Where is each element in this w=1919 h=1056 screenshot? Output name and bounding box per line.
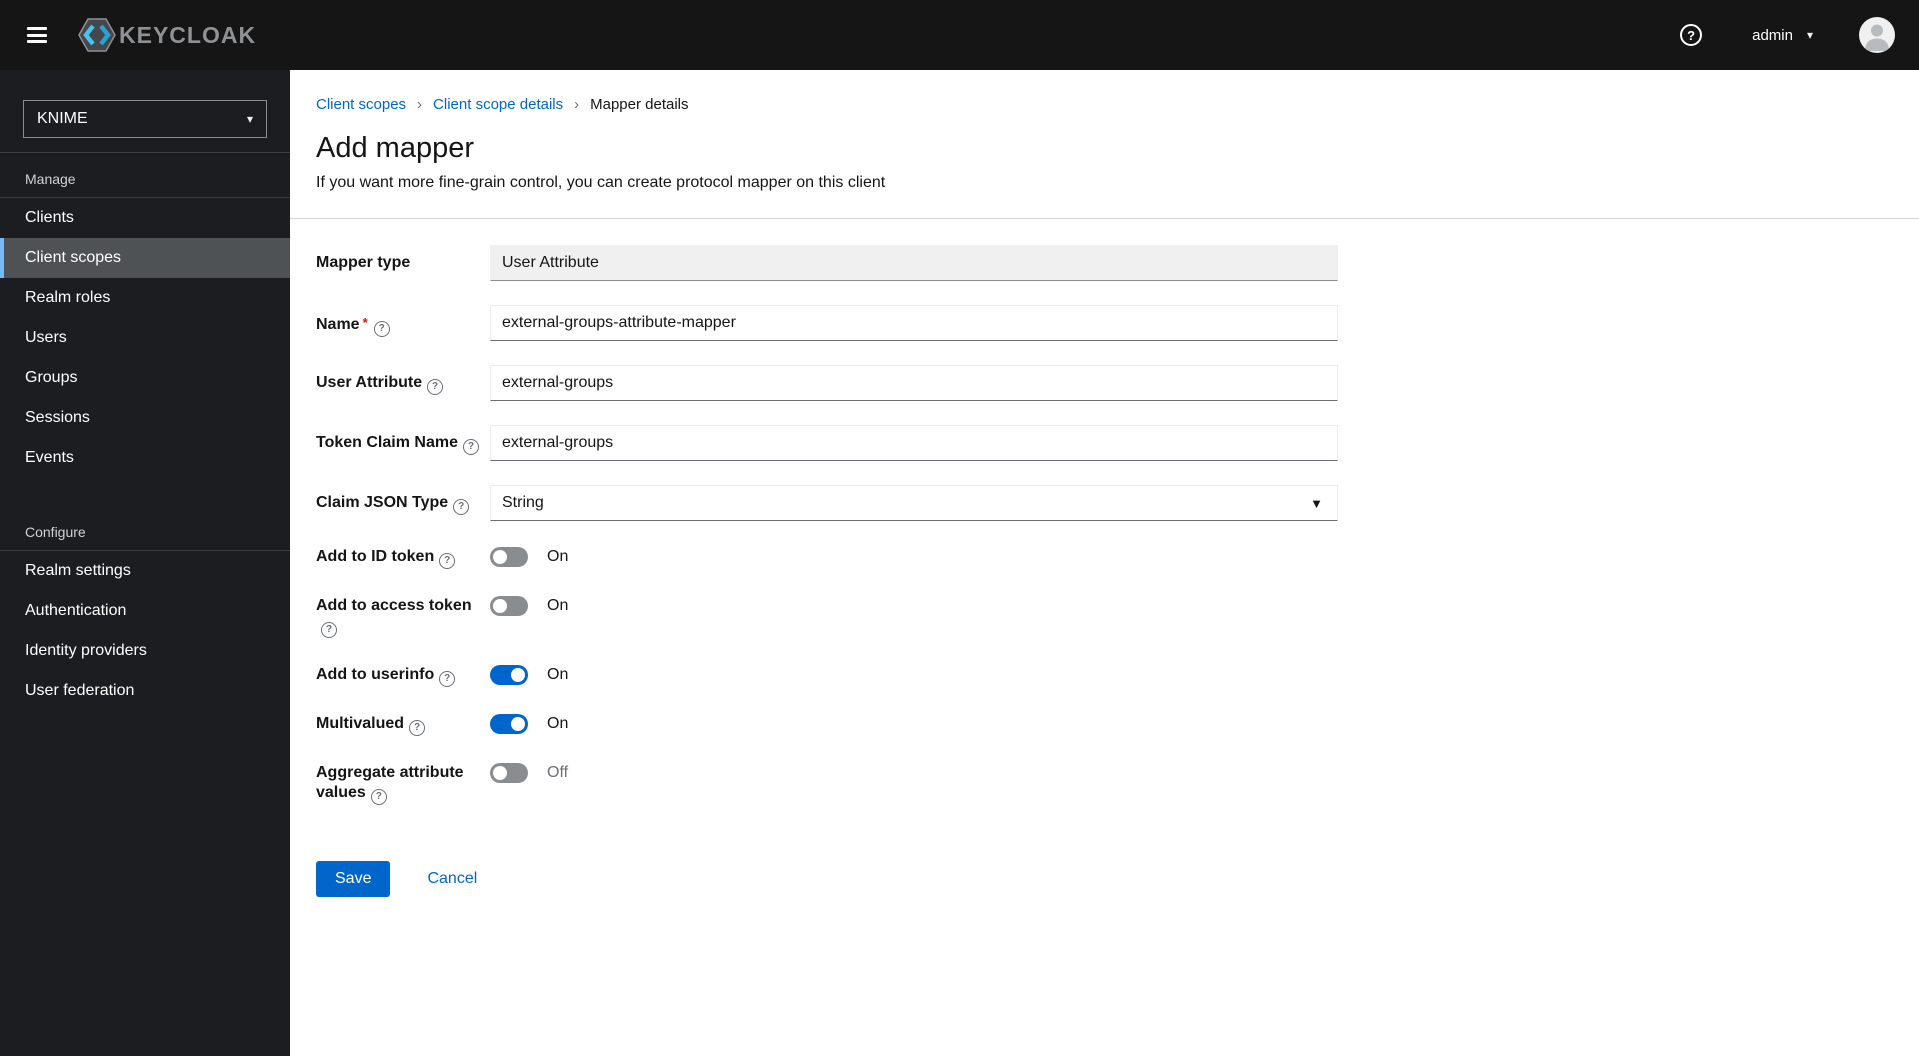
sidebar: KNIME ▾ Manage Clients Client scopes Rea… — [0, 70, 290, 1056]
masthead: KEYCLOAK ? admin ▾ — [0, 0, 1919, 70]
add-to-userinfo-state: On — [547, 666, 569, 683]
name-label: Name *? — [316, 305, 490, 341]
form-row-name: Name *? — [316, 305, 1919, 341]
main-content: Client scopes › Client scope details › M… — [290, 70, 1919, 1056]
mapper-type-label: Mapper type — [316, 254, 411, 271]
token-claim-name-help-icon[interactable]: ? — [462, 439, 479, 455]
token-claim-name-label: Token Claim Name? — [316, 425, 490, 461]
sidebar-item-users[interactable]: Users — [0, 318, 290, 358]
toggle-row-aggregate-attribute-values: Aggregate attribute values? Off — [316, 761, 1919, 805]
keycloak-logo-icon — [77, 15, 117, 55]
form-row-token-claim-name: Token Claim Name? — [316, 425, 1919, 461]
multivalued-state: On — [547, 715, 569, 732]
add-to-access-token-help-icon[interactable]: ? — [321, 622, 337, 638]
user-attribute-label: User Attribute? — [316, 365, 490, 401]
sidebar-item-sessions[interactable]: Sessions — [0, 398, 290, 438]
breadcrumb-client-scopes[interactable]: Client scopes — [316, 96, 406, 113]
sidebar-item-identity-providers[interactable]: Identity providers — [0, 631, 290, 671]
add-to-userinfo-label: Add to userinfo? — [316, 663, 490, 687]
chevron-down-icon: ▾ — [246, 112, 253, 126]
add-to-id-token-state: On — [547, 548, 569, 565]
user-name: admin — [1752, 26, 1793, 44]
add-to-userinfo-toggle[interactable] — [490, 665, 528, 685]
add-to-userinfo-help-icon[interactable]: ? — [439, 671, 456, 687]
add-to-id-token-label: Add to ID token? — [316, 545, 490, 569]
multivalued-label: Multivalued? — [316, 712, 490, 736]
sidebar-item-events[interactable]: Events — [0, 438, 290, 478]
claim-json-type-select[interactable]: String ▼ — [490, 485, 1338, 521]
keycloak-logo: KEYCLOAK — [77, 15, 256, 55]
user-attribute-input[interactable] — [490, 365, 1338, 401]
help-icon[interactable]: ? — [1680, 24, 1703, 46]
claim-json-type-help-icon[interactable]: ? — [453, 499, 470, 515]
toggle-row-add-to-userinfo: Add to userinfo? On — [316, 663, 1919, 687]
breadcrumb: Client scopes › Client scope details › M… — [316, 96, 1893, 113]
sidebar-item-client-scopes[interactable]: Client scopes — [0, 238, 290, 278]
page-title: Add mapper — [316, 132, 474, 164]
nav-section-configure: Configure — [25, 524, 86, 540]
aggregate-attribute-values-help-icon[interactable]: ? — [370, 789, 387, 805]
save-button[interactable]: Save — [316, 861, 391, 897]
page-subtitle: If you want more fine-grain control, you… — [316, 174, 886, 191]
breadcrumb-separator-icon: › — [574, 96, 580, 113]
add-to-id-token-toggle[interactable] — [490, 547, 528, 567]
sidebar-item-realm-settings[interactable]: Realm settings — [0, 551, 290, 591]
aggregate-attribute-values-label: Aggregate attribute values? — [316, 761, 490, 805]
add-to-access-token-toggle[interactable] — [490, 596, 528, 616]
brand-text: KEYCLOAK — [119, 21, 257, 48]
chevron-down-icon: ▾ — [1806, 28, 1813, 42]
required-asterisk: * — [362, 315, 368, 330]
avatar[interactable] — [1859, 17, 1895, 53]
toggle-row-add-to-id-token: Add to ID token? On — [316, 545, 1919, 569]
user-attribute-help-icon[interactable]: ? — [427, 379, 444, 395]
hamburger-menu-icon[interactable] — [27, 27, 47, 43]
aggregate-attribute-values-state: Off — [547, 764, 569, 781]
add-to-access-token-label: Add to access token? — [316, 594, 490, 638]
breadcrumb-separator-icon: › — [417, 96, 423, 113]
form-actions: Save Cancel — [316, 861, 1919, 897]
add-mapper-form: Mapper type Name*? — [290, 219, 1919, 897]
nav-section-manage: Manage — [25, 171, 76, 187]
add-to-access-token-state: On — [547, 597, 569, 614]
name-input[interactable] — [490, 305, 1338, 341]
sidebar-item-user-federation[interactable]: User federation — [0, 671, 290, 711]
multivalued-help-icon[interactable]: ? — [409, 720, 426, 736]
mapper-type-field — [490, 245, 1338, 281]
sidebar-item-authentication[interactable]: Authentication — [0, 591, 290, 631]
cancel-button[interactable]: Cancel — [427, 870, 477, 888]
breadcrumb-mapper-details: Mapper details — [590, 96, 689, 113]
multivalued-toggle[interactable] — [490, 714, 528, 734]
sidebar-item-clients[interactable]: Clients — [0, 198, 290, 238]
form-row-claim-json-type: Claim JSON Type? String ▼ — [316, 485, 1919, 521]
form-row-mapper-type: Mapper type — [316, 245, 1919, 281]
realm-name: KNIME — [37, 110, 88, 127]
token-claim-name-input[interactable] — [490, 425, 1338, 461]
form-row-user-attribute: User Attribute? — [316, 365, 1919, 401]
user-menu[interactable]: admin ▾ — [1752, 27, 1813, 44]
page-header: Client scopes › Client scope details › M… — [290, 70, 1919, 219]
chevron-down-icon: ▼ — [1310, 495, 1323, 511]
masthead-right: ? admin ▾ — [1680, 17, 1895, 53]
keycloak-admin-console: KEYCLOAK ? admin ▾ KNIME ▾ Manage Client… — [0, 0, 1919, 1056]
toggle-row-add-to-access-token: Add to access token? On — [316, 594, 1919, 638]
name-help-icon[interactable]: ? — [373, 321, 390, 337]
realm-selector[interactable]: KNIME ▾ — [23, 100, 267, 138]
avatar-person-icon — [1865, 24, 1889, 51]
sidebar-item-groups[interactable]: Groups — [0, 358, 290, 398]
claim-json-type-value: String — [502, 494, 544, 511]
breadcrumb-client-scope-details[interactable]: Client scope details — [433, 96, 563, 113]
add-to-id-token-help-icon[interactable]: ? — [439, 553, 456, 569]
aggregate-attribute-values-toggle[interactable] — [490, 763, 528, 783]
claim-json-type-label: Claim JSON Type? — [316, 485, 490, 521]
toggle-row-multivalued: Multivalued? On — [316, 712, 1919, 736]
sidebar-item-realm-roles[interactable]: Realm roles — [0, 278, 290, 318]
